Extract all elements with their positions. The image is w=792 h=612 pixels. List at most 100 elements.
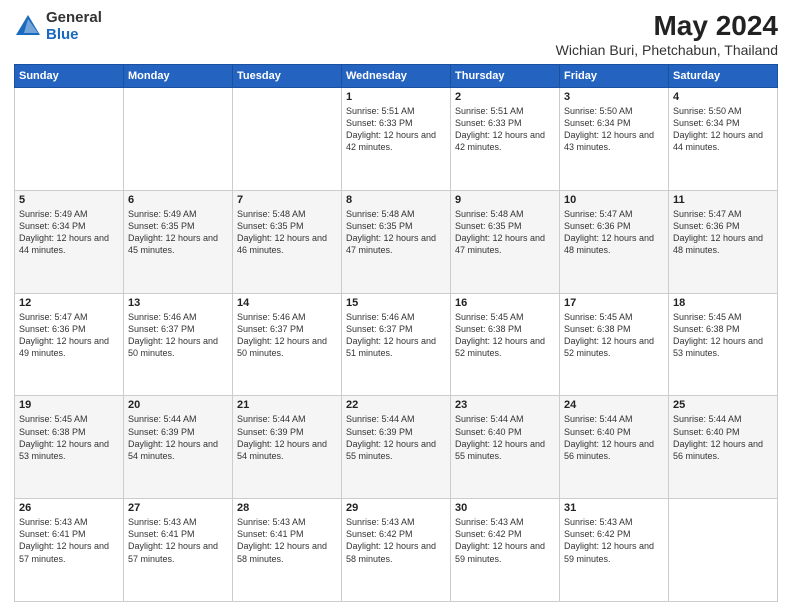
calendar-cell: 30 Sunrise: 5:43 AM Sunset: 6:42 PM Dayli…: [451, 499, 560, 602]
calendar-cell: 29 Sunrise: 5:43 AM Sunset: 6:42 PM Dayli…: [342, 499, 451, 602]
day-info: Sunrise: 5:50 AM Sunset: 6:34 PM Dayligh…: [564, 105, 664, 154]
day-info: Sunrise: 5:46 AM Sunset: 6:37 PM Dayligh…: [237, 311, 337, 360]
calendar-cell: 19Sunrise: 5:45 AM Sunset: 6:38 PM Dayli…: [15, 396, 124, 499]
day-info: Sunrise: 5:44 AM Sunset: 6:40 PM Dayligh…: [564, 413, 664, 462]
day-info: Sunrise: 5:43 AM Sunset: 6:42 PM Dayligh…: [455, 516, 555, 565]
calendar-cell: 27 Sunrise: 5:43 AM Sunset: 6:41 PM Dayli…: [124, 499, 233, 602]
day-info: Sunrise: 5:46 AM Sunset: 6:37 PM Dayligh…: [346, 311, 446, 360]
calendar-cell: 18Sunrise: 5:45 AM Sunset: 6:38 PM Dayli…: [669, 293, 778, 396]
day-number: 16: [455, 297, 555, 309]
calendar-cell: 17 Sunrise: 5:45 AM Sunset: 6:38 PM Dayli…: [560, 293, 669, 396]
col-thursday: Thursday: [451, 65, 560, 88]
day-number: 30: [455, 502, 555, 514]
day-number: 11: [673, 194, 773, 206]
calendar-cell: 8Sunrise: 5:48 AM Sunset: 6:35 PM Daylig…: [342, 190, 451, 293]
day-number: 12: [19, 297, 119, 309]
day-number: 2: [455, 91, 555, 103]
day-info: Sunrise: 5:43 AM Sunset: 6:41 PM Dayligh…: [19, 516, 119, 565]
calendar-cell: 22 Sunrise: 5:44 AM Sunset: 6:39 PM Dayli…: [342, 396, 451, 499]
calendar-table: Sunday Monday Tuesday Wednesday Thursday…: [14, 64, 778, 602]
day-number: 22: [346, 399, 446, 411]
calendar-cell: 14 Sunrise: 5:46 AM Sunset: 6:37 PM Dayli…: [233, 293, 342, 396]
col-tuesday: Tuesday: [233, 65, 342, 88]
page: General Blue May 2024 Wichian Buri, Phet…: [0, 0, 792, 612]
day-number: 20: [128, 399, 228, 411]
col-saturday: Saturday: [669, 65, 778, 88]
col-monday: Monday: [124, 65, 233, 88]
calendar-cell: 24 Sunrise: 5:44 AM Sunset: 6:40 PM Dayli…: [560, 396, 669, 499]
day-number: 1: [346, 91, 446, 103]
day-info: Sunrise: 5:45 AM Sunset: 6:38 PM Dayligh…: [564, 311, 664, 360]
day-info: Sunrise: 5:45 AM Sunset: 6:38 PM Dayligh…: [455, 311, 555, 360]
day-info: Sunrise: 5:50 AM Sunset: 6:34 PM Dayligh…: [673, 105, 773, 154]
day-number: 23: [455, 399, 555, 411]
logo-icon: [14, 13, 42, 41]
calendar-cell: 5Sunrise: 5:49 AM Sunset: 6:34 PM Daylig…: [15, 190, 124, 293]
day-info: Sunrise: 5:47 AM Sunset: 6:36 PM Dayligh…: [673, 208, 773, 257]
day-info: Sunrise: 5:43 AM Sunset: 6:42 PM Dayligh…: [346, 516, 446, 565]
day-number: 26: [19, 502, 119, 514]
calendar-week-5: 26 Sunrise: 5:43 AM Sunset: 6:41 PM Dayli…: [15, 499, 778, 602]
day-number: 10: [564, 194, 664, 206]
day-number: 24: [564, 399, 664, 411]
day-info: Sunrise: 5:48 AM Sunset: 6:35 PM Dayligh…: [455, 208, 555, 257]
day-info: Sunrise: 5:48 AM Sunset: 6:35 PM Dayligh…: [237, 208, 337, 257]
day-number: 19: [19, 399, 119, 411]
calendar-cell: 4Sunrise: 5:50 AM Sunset: 6:34 PM Daylig…: [669, 88, 778, 191]
calendar-cell: 20 Sunrise: 5:44 AM Sunset: 6:39 PM Dayli…: [124, 396, 233, 499]
day-number: 18: [673, 297, 773, 309]
calendar-header: Sunday Monday Tuesday Wednesday Thursday…: [15, 65, 778, 88]
subtitle: Wichian Buri, Phetchabun, Thailand: [556, 42, 778, 58]
calendar-cell: 7 Sunrise: 5:48 AM Sunset: 6:35 PM Daylig…: [233, 190, 342, 293]
day-info: Sunrise: 5:48 AM Sunset: 6:35 PM Dayligh…: [346, 208, 446, 257]
day-number: 13: [128, 297, 228, 309]
day-info: Sunrise: 5:49 AM Sunset: 6:34 PM Dayligh…: [19, 208, 119, 257]
day-info: Sunrise: 5:51 AM Sunset: 6:33 PM Dayligh…: [346, 105, 446, 154]
day-number: 14: [237, 297, 337, 309]
col-wednesday: Wednesday: [342, 65, 451, 88]
main-title: May 2024: [556, 10, 778, 42]
logo-text: General Blue: [46, 10, 102, 43]
day-info: Sunrise: 5:44 AM Sunset: 6:39 PM Dayligh…: [128, 413, 228, 462]
calendar-cell: 12 Sunrise: 5:47 AM Sunset: 6:36 PM Dayli…: [15, 293, 124, 396]
calendar-cell: [233, 88, 342, 191]
calendar-cell: 16 Sunrise: 5:45 AM Sunset: 6:38 PM Dayli…: [451, 293, 560, 396]
day-info: Sunrise: 5:44 AM Sunset: 6:40 PM Dayligh…: [673, 413, 773, 462]
calendar-body: 1 Sunrise: 5:51 AM Sunset: 6:33 PM Daylig…: [15, 88, 778, 602]
header: General Blue May 2024 Wichian Buri, Phet…: [14, 10, 778, 58]
day-number: 3: [564, 91, 664, 103]
calendar-cell: 3 Sunrise: 5:50 AM Sunset: 6:34 PM Daylig…: [560, 88, 669, 191]
calendar-cell: 13 Sunrise: 5:46 AM Sunset: 6:37 PM Dayli…: [124, 293, 233, 396]
calendar-cell: 11 Sunrise: 5:47 AM Sunset: 6:36 PM Dayli…: [669, 190, 778, 293]
calendar-cell: 2Sunrise: 5:51 AM Sunset: 6:33 PM Daylig…: [451, 88, 560, 191]
calendar-cell: 23Sunrise: 5:44 AM Sunset: 6:40 PM Dayli…: [451, 396, 560, 499]
day-info: Sunrise: 5:44 AM Sunset: 6:39 PM Dayligh…: [346, 413, 446, 462]
calendar-cell: 31Sunrise: 5:43 AM Sunset: 6:42 PM Dayli…: [560, 499, 669, 602]
day-number: 15: [346, 297, 446, 309]
day-number: 6: [128, 194, 228, 206]
day-info: Sunrise: 5:46 AM Sunset: 6:37 PM Dayligh…: [128, 311, 228, 360]
day-number: 17: [564, 297, 664, 309]
calendar-cell: 26 Sunrise: 5:43 AM Sunset: 6:41 PM Dayli…: [15, 499, 124, 602]
title-block: May 2024 Wichian Buri, Phetchabun, Thail…: [556, 10, 778, 58]
day-info: Sunrise: 5:49 AM Sunset: 6:35 PM Dayligh…: [128, 208, 228, 257]
calendar-cell: 15 Sunrise: 5:46 AM Sunset: 6:37 PM Dayli…: [342, 293, 451, 396]
day-info: Sunrise: 5:43 AM Sunset: 6:41 PM Dayligh…: [237, 516, 337, 565]
day-number: 25: [673, 399, 773, 411]
day-number: 29: [346, 502, 446, 514]
day-number: 31: [564, 502, 664, 514]
day-info: Sunrise: 5:47 AM Sunset: 6:36 PM Dayligh…: [19, 311, 119, 360]
day-number: 7: [237, 194, 337, 206]
logo: General Blue: [14, 10, 102, 43]
day-number: 27: [128, 502, 228, 514]
logo-blue-text: Blue: [46, 27, 102, 44]
calendar-cell: [669, 499, 778, 602]
day-info: Sunrise: 5:43 AM Sunset: 6:41 PM Dayligh…: [128, 516, 228, 565]
day-number: 21: [237, 399, 337, 411]
day-info: Sunrise: 5:44 AM Sunset: 6:39 PM Dayligh…: [237, 413, 337, 462]
calendar-cell: 28Sunrise: 5:43 AM Sunset: 6:41 PM Dayli…: [233, 499, 342, 602]
calendar-cell: 10Sunrise: 5:47 AM Sunset: 6:36 PM Dayli…: [560, 190, 669, 293]
calendar-cell: 1 Sunrise: 5:51 AM Sunset: 6:33 PM Daylig…: [342, 88, 451, 191]
day-number: 9: [455, 194, 555, 206]
col-sunday: Sunday: [15, 65, 124, 88]
